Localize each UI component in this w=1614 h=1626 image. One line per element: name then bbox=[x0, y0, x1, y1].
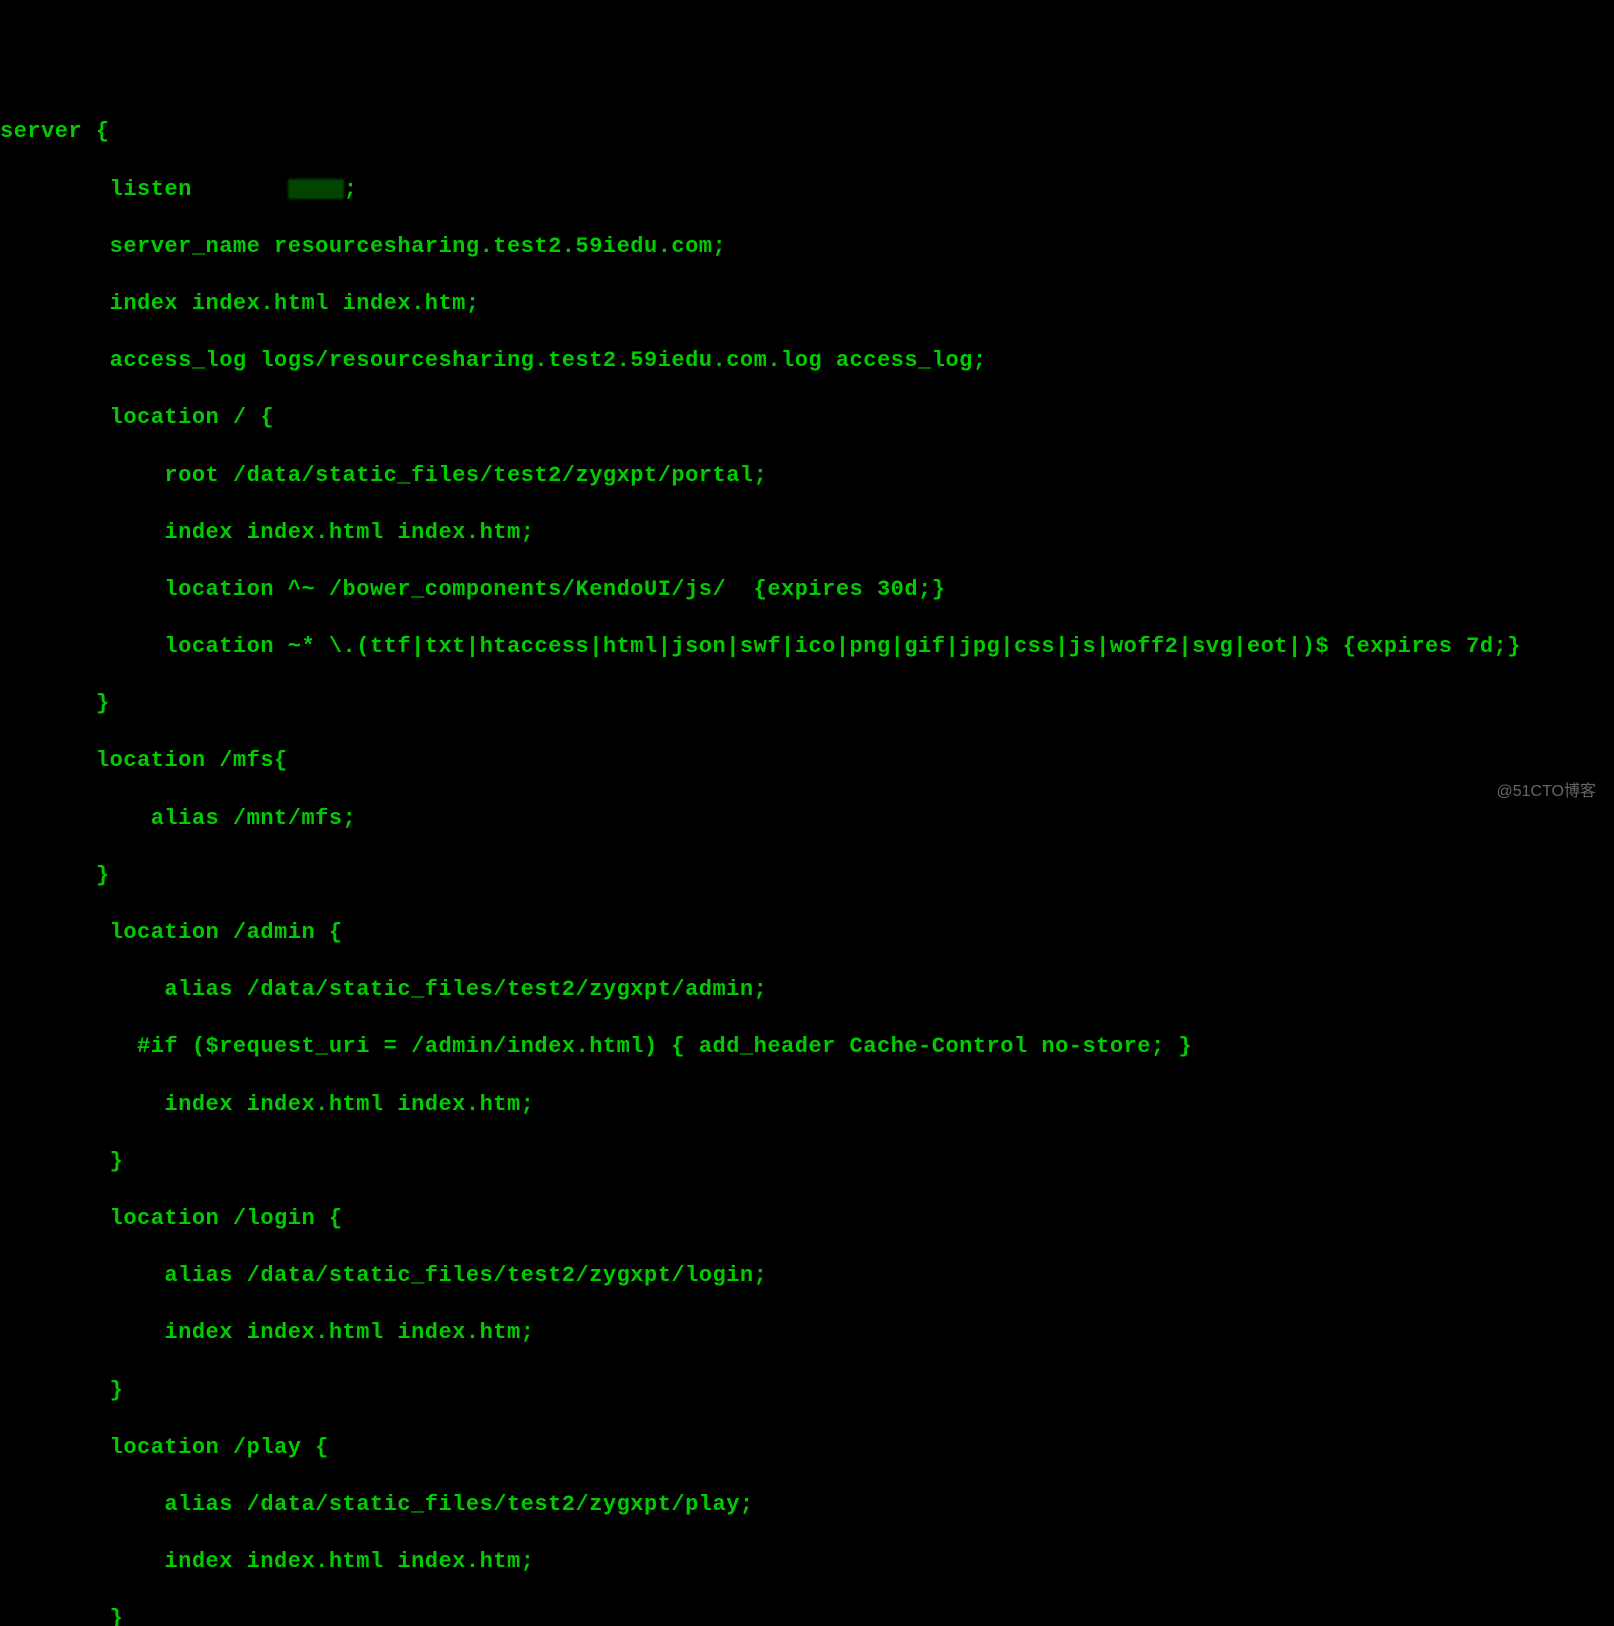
config-line: index index.html index.htm; bbox=[0, 1548, 1614, 1577]
listen-suffix: ; bbox=[344, 177, 358, 202]
config-line-listen: listen ; bbox=[0, 176, 1614, 205]
config-line: index index.html index.htm; bbox=[0, 1319, 1614, 1348]
config-line: } bbox=[0, 690, 1614, 719]
config-line: alias /data/static_files/test2/zygxpt/ad… bbox=[0, 976, 1614, 1005]
config-line: #if ($request_uri = /admin/index.html) {… bbox=[0, 1033, 1614, 1062]
config-line: root /data/static_files/test2/zygxpt/por… bbox=[0, 462, 1614, 491]
config-line: } bbox=[0, 1377, 1614, 1406]
redacted-port bbox=[288, 179, 344, 199]
config-line: location /play { bbox=[0, 1434, 1614, 1463]
config-line: index index.html index.htm; bbox=[0, 1091, 1614, 1120]
config-line: server { bbox=[0, 118, 1614, 147]
watermark-text: @51CTO博客 bbox=[1496, 782, 1596, 803]
config-line: location /login { bbox=[0, 1205, 1614, 1234]
config-line: alias /mnt/mfs; bbox=[0, 805, 1614, 834]
config-line: index index.html index.htm; bbox=[0, 290, 1614, 319]
config-line: location ~* \.(ttf|txt|htaccess|html|jso… bbox=[0, 633, 1614, 662]
config-line: access_log logs/resourcesharing.test2.59… bbox=[0, 347, 1614, 376]
config-line: location ^~ /bower_components/KendoUI/js… bbox=[0, 576, 1614, 605]
listen-prefix: listen bbox=[0, 177, 288, 202]
config-line: location /mfs{ bbox=[0, 747, 1614, 776]
config-line: } bbox=[0, 1605, 1614, 1626]
config-line: } bbox=[0, 1148, 1614, 1177]
config-line: } bbox=[0, 862, 1614, 891]
config-line: alias /data/static_files/test2/zygxpt/lo… bbox=[0, 1262, 1614, 1291]
config-line: server_name resourcesharing.test2.59iedu… bbox=[0, 233, 1614, 262]
config-line: index index.html index.htm; bbox=[0, 519, 1614, 548]
config-line: location /admin { bbox=[0, 919, 1614, 948]
config-line: location / { bbox=[0, 404, 1614, 433]
config-line: alias /data/static_files/test2/zygxpt/pl… bbox=[0, 1491, 1614, 1520]
